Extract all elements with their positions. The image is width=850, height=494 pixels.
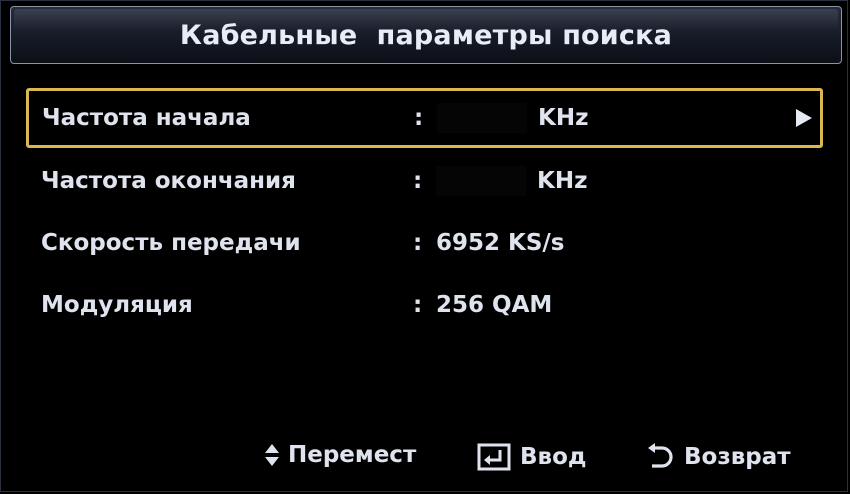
setting-separator: :	[413, 230, 423, 256]
up-down-arrows-icon	[264, 442, 280, 468]
setting-separator: :	[413, 168, 423, 194]
setting-unit: KHz	[538, 105, 589, 131]
hint-return[interactable]: Возврат	[644, 442, 791, 472]
return-icon	[644, 442, 676, 472]
setting-label: Частота окончания	[41, 168, 296, 194]
setting-row-end-frequency[interactable]: Частота окончания : KHz	[26, 150, 823, 212]
setting-separator: :	[414, 105, 424, 131]
setting-separator: :	[413, 292, 423, 318]
title-bar: Кабельные параметры поиска	[10, 6, 842, 64]
hint-enter[interactable]: Ввод	[476, 442, 586, 472]
setting-value: 256 QAM	[436, 292, 553, 318]
hint-move[interactable]: Перемест	[264, 442, 416, 468]
setting-row-start-frequency[interactable]: Частота начала : KHz	[26, 88, 823, 148]
setting-label: Модуляция	[41, 292, 193, 318]
enter-icon	[476, 442, 512, 472]
page-title: Кабельные параметры поиска	[179, 19, 673, 51]
arrow-right-icon[interactable]	[796, 109, 812, 127]
footer-hints: Перемест Ввод Возврат	[0, 437, 850, 481]
settings-list: Частота начала : KHz Частота окончания :…	[26, 88, 823, 336]
hint-return-label: Возврат	[684, 444, 791, 470]
frequency-value-field[interactable]	[436, 166, 526, 196]
setting-value: 6952 KS/s	[436, 230, 565, 256]
setting-label: Скорость передачи	[41, 230, 301, 256]
frequency-value-field[interactable]	[437, 103, 527, 133]
hint-move-label: Перемест	[288, 442, 417, 468]
setting-row-symbol-rate[interactable]: Скорость передачи : 6952 KS/s	[26, 212, 823, 274]
setting-unit: KHz	[537, 168, 588, 194]
hint-enter-label: Ввод	[520, 444, 587, 470]
setting-row-modulation[interactable]: Модуляция : 256 QAM	[26, 274, 823, 336]
setting-label: Частота начала	[42, 105, 251, 131]
